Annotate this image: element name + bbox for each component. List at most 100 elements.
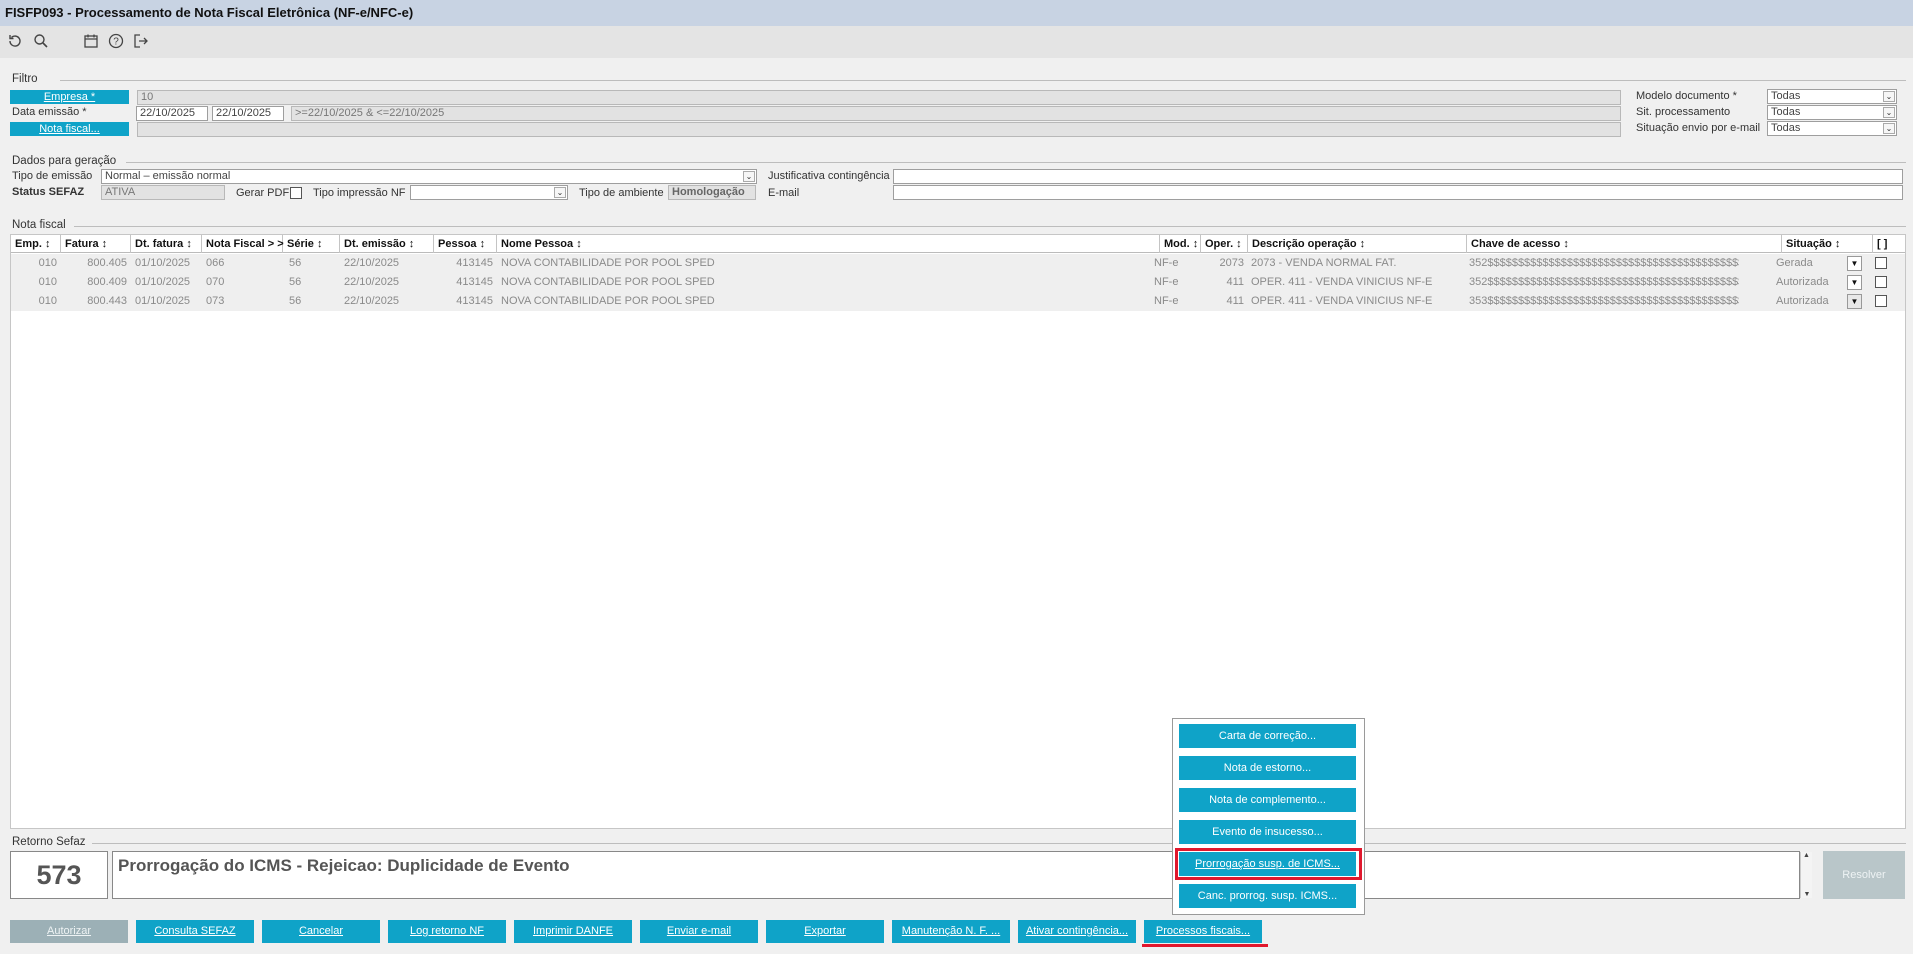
cell-dt-emissao: 22/10/2025: [344, 295, 400, 307]
row-checkbox[interactable]: [1875, 257, 1887, 269]
row-checkbox[interactable]: [1875, 295, 1887, 307]
prorrogacao-susp-icms-item[interactable]: Prorrogação susp. de ICMS...: [1179, 852, 1356, 876]
table-row[interactable]: 010 800.405 01/10/2025 066 56 22/10/2025…: [11, 254, 1905, 273]
cell-pessoa: 413145: [456, 276, 493, 288]
cell-dt-emissao: 22/10/2025: [344, 276, 400, 288]
cell-oper: 411: [1226, 295, 1244, 307]
cell-oper: 2073: [1219, 257, 1244, 269]
data-inicio-field[interactable]: 22/10/2025: [136, 106, 208, 121]
enviar-email-button[interactable]: Enviar e-mail: [640, 920, 758, 943]
tipo-impressao-label: Tipo impressão NF: [313, 187, 406, 199]
col-nota-fiscal[interactable]: Nota Fiscal > >: [202, 235, 284, 253]
sit-processamento-value: Todas: [1771, 106, 1801, 118]
col-dt-fatura[interactable]: Dt. fatura ↕: [131, 235, 202, 253]
sit-processamento-label: Sit. processamento: [1636, 106, 1731, 118]
toolbar: [0, 26, 1913, 58]
tipo-emissao-select[interactable]: Normal – emissão normal ⌄: [101, 169, 757, 184]
row-checkbox[interactable]: [1875, 276, 1887, 288]
scroll-up-icon[interactable]: ▲: [1801, 852, 1812, 859]
exit-icon[interactable]: [132, 33, 150, 51]
col-situacao[interactable]: Situação ↕: [1782, 235, 1873, 253]
cell-pessoa: 413145: [456, 295, 493, 307]
cancelar-button[interactable]: Cancelar: [262, 920, 380, 943]
chevron-down-icon[interactable]: ⌄: [554, 187, 566, 198]
cell-mod: NF-e: [1154, 257, 1179, 269]
cell-nota: 066: [206, 257, 225, 269]
cell-situacao: Autorizada: [1776, 295, 1829, 307]
situacao-envio-value: Todas: [1771, 122, 1801, 134]
help-icon[interactable]: ?: [107, 33, 125, 51]
data-fim-field[interactable]: 22/10/2025: [212, 106, 284, 121]
tipo-emissao-value: Normal – emissão normal: [105, 170, 231, 182]
cell-dt-fatura: 01/10/2025: [135, 295, 191, 307]
filtro-divider: [60, 80, 1906, 81]
situacao-dropdown[interactable]: ▼: [1847, 294, 1862, 309]
refresh-icon[interactable]: [6, 33, 24, 51]
calendar-icon[interactable]: [82, 33, 100, 51]
col-select-all[interactable]: [ ]: [1873, 235, 1903, 253]
chevron-down-icon[interactable]: ⌄: [1883, 107, 1895, 118]
situacao-dropdown[interactable]: ▼: [1847, 256, 1862, 271]
situacao-dropdown[interactable]: ▼: [1847, 275, 1862, 290]
imprimir-danfe-button[interactable]: Imprimir DANFE: [514, 920, 632, 943]
search-icon[interactable]: [32, 33, 50, 51]
gerar-pdf-checkbox[interactable]: [290, 187, 302, 199]
tipo-impressao-select[interactable]: ⌄: [410, 185, 568, 200]
nota-complemento-item[interactable]: Nota de complemento...: [1179, 788, 1356, 812]
processos-fiscais-button[interactable]: Processos fiscais...: [1144, 920, 1262, 943]
col-oper[interactable]: Oper. ↕: [1201, 235, 1248, 253]
cell-serie: 56: [289, 257, 302, 269]
log-retorno-button[interactable]: Log retorno NF: [388, 920, 506, 943]
col-chave-acesso[interactable]: Chave de acesso ↕: [1467, 235, 1782, 253]
carta-correcao-item[interactable]: Carta de correção...: [1179, 724, 1356, 748]
cell-nome: NOVA CONTABILIDADE POR POOL SPED: [501, 295, 715, 307]
resolver-button[interactable]: Resolver: [1823, 851, 1905, 899]
exportar-button[interactable]: Exportar: [766, 920, 884, 943]
empresa-button[interactable]: Empresa *: [10, 90, 129, 104]
cell-descricao: OPER. 411 - VENDA VINICIUS NF-E: [1251, 276, 1433, 288]
ativar-contingencia-button[interactable]: Ativar contingência...: [1018, 920, 1136, 943]
nota-fiscal-field[interactable]: [137, 122, 1621, 137]
filtro-title: Filtro: [12, 73, 38, 85]
col-nome-pessoa[interactable]: Nome Pessoa ↕: [497, 235, 1160, 253]
nota-estorno-item[interactable]: Nota de estorno...: [1179, 756, 1356, 780]
retorno-scrollbar[interactable]: ▲ ▼: [1800, 852, 1812, 898]
cell-fatura: 800.405: [87, 257, 127, 269]
col-descricao-operacao[interactable]: Descrição operação ↕: [1248, 235, 1467, 253]
justificativa-field[interactable]: [893, 169, 1903, 184]
manutencao-nf-button[interactable]: Manutenção N. F. ...: [892, 920, 1010, 943]
col-fatura[interactable]: Fatura ↕: [61, 235, 131, 253]
tipo-ambiente-label: Tipo de ambiente: [579, 187, 664, 199]
cell-oper: 411: [1226, 276, 1244, 288]
chevron-down-icon[interactable]: ⌄: [1883, 123, 1895, 134]
consulta-sefaz-button[interactable]: Consulta SEFAZ: [136, 920, 254, 943]
cell-dt-fatura: 01/10/2025: [135, 276, 191, 288]
cell-dt-fatura: 01/10/2025: [135, 257, 191, 269]
table-row[interactable]: 010 800.443 01/10/2025 073 56 22/10/2025…: [11, 292, 1905, 311]
col-mod[interactable]: Mod. ↕: [1160, 235, 1201, 253]
cell-chave: 352$$$$$$$$$$$$$$$$$$$$$$$$$$$$$$$$$$$$$…: [1469, 276, 1739, 288]
table-row[interactable]: 010 800.409 01/10/2025 070 56 22/10/2025…: [11, 273, 1905, 292]
scroll-down-icon[interactable]: ▼: [1801, 891, 1813, 898]
cell-mod: NF-e: [1154, 276, 1179, 288]
chevron-down-icon[interactable]: ⌄: [743, 171, 755, 182]
cell-situacao: Autorizada: [1776, 276, 1829, 288]
autorizar-button[interactable]: Autorizar: [10, 920, 128, 943]
nota-fiscal-button[interactable]: Nota fiscal...: [10, 122, 129, 136]
col-pessoa[interactable]: Pessoa ↕: [434, 235, 497, 253]
nota-fiscal-title: Nota fiscal: [12, 219, 66, 231]
empresa-field[interactable]: 10: [137, 90, 1621, 105]
col-emp[interactable]: Emp. ↕: [11, 235, 61, 253]
email-field[interactable]: [893, 185, 1903, 200]
cell-descricao: OPER. 411 - VENDA VINICIUS NF-E: [1251, 295, 1433, 307]
col-dt-emissao[interactable]: Dt. emissão ↕: [340, 235, 434, 253]
modelo-documento-select[interactable]: Todas ⌄: [1767, 89, 1897, 104]
situacao-envio-select[interactable]: Todas ⌄: [1767, 121, 1897, 136]
evento-insucesso-item[interactable]: Evento de insucesso...: [1179, 820, 1356, 844]
chevron-down-icon[interactable]: ⌄: [1883, 91, 1895, 102]
nota-fiscal-divider: [74, 226, 1906, 227]
sit-processamento-select[interactable]: Todas ⌄: [1767, 105, 1897, 120]
col-serie[interactable]: Série ↕: [283, 235, 340, 253]
status-sefaz-field: ATIVA: [101, 185, 225, 200]
canc-prorrog-susp-icms-item[interactable]: Canc. prorrog. susp. ICMS...: [1179, 884, 1356, 908]
